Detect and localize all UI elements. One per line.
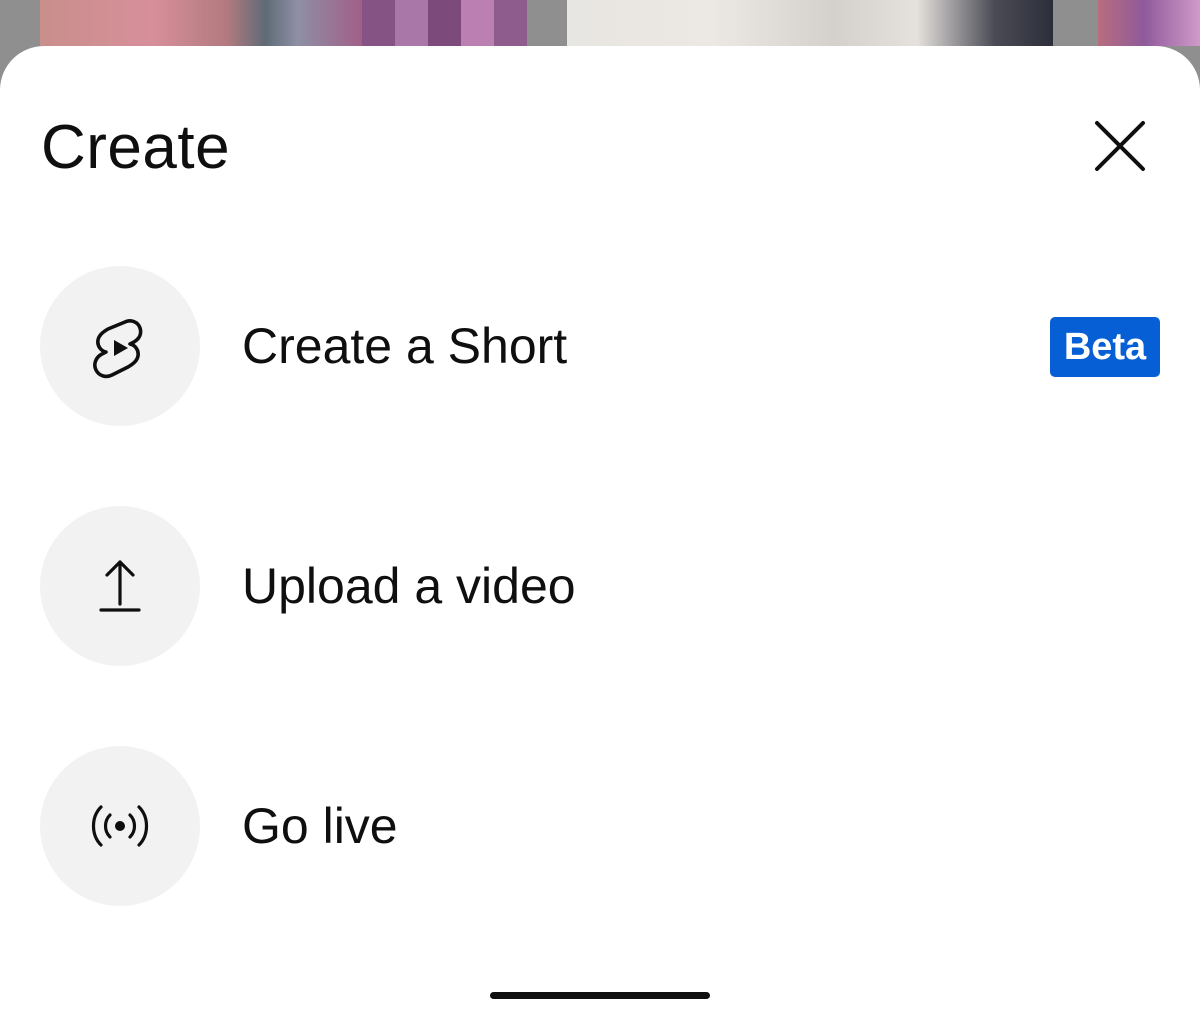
close-icon	[1095, 121, 1145, 171]
upload-video-option[interactable]: Upload a video	[0, 506, 1200, 706]
video-thumbnail	[1098, 0, 1200, 46]
live-broadcast-icon	[91, 805, 149, 847]
video-thumbnail	[567, 0, 1053, 46]
icon-circle	[40, 506, 200, 666]
home-indicator[interactable]	[490, 992, 710, 999]
app-screen: Create Create a Short Beta Upload a vide…	[0, 0, 1200, 1020]
upload-icon	[99, 560, 141, 612]
sheet-title: Create	[41, 113, 231, 182]
shorts-icon	[93, 319, 143, 379]
create-short-label: Create a Short	[242, 318, 568, 374]
icon-circle	[40, 266, 200, 426]
sheet-header: Create	[0, 46, 1200, 246]
go-live-option[interactable]: Go live	[0, 746, 1200, 946]
create-short-option[interactable]: Create a Short Beta	[0, 266, 1200, 466]
video-thumbnail	[362, 0, 527, 46]
video-thumbnail	[40, 0, 362, 46]
create-bottom-sheet: Create Create a Short Beta Upload a vide…	[0, 46, 1200, 1020]
beta-badge: Beta	[1050, 317, 1160, 377]
upload-video-label: Upload a video	[242, 558, 576, 614]
close-button[interactable]	[1080, 106, 1160, 186]
icon-circle	[40, 746, 200, 906]
go-live-label: Go live	[242, 798, 398, 854]
